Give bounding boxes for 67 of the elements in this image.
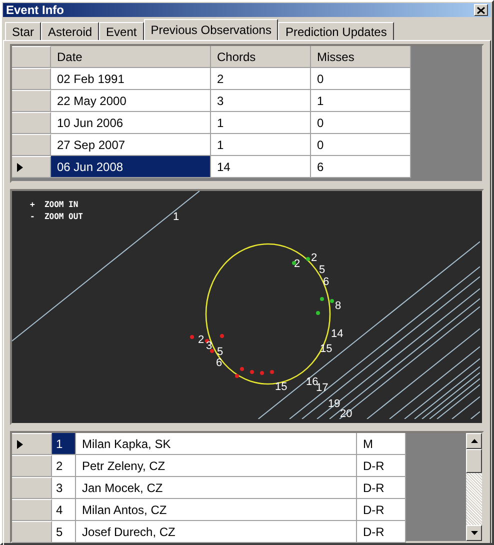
- table-cell: D-R: [357, 477, 406, 499]
- chord-label: 2: [311, 252, 318, 264]
- table-cell: Milan Antos, CZ: [76, 499, 357, 521]
- chord-label: 15: [275, 381, 288, 393]
- table-cell: 5: [52, 521, 76, 543]
- table-cell: 22 May 2000: [51, 90, 211, 112]
- scroll-thumb[interactable]: [466, 449, 482, 473]
- scroll-up-button[interactable]: [466, 433, 482, 449]
- close-icon: [477, 6, 485, 14]
- chord-label: 6: [323, 276, 330, 288]
- zoom-hint: + ZOOM IN: [30, 200, 78, 209]
- table-cell: 1: [211, 112, 311, 134]
- table-cell: D-R: [357, 455, 406, 477]
- table-cell: 6: [311, 156, 411, 178]
- table-cell: 2: [211, 68, 311, 90]
- tab[interactable]: Event: [99, 22, 144, 40]
- chord-label: 3: [206, 340, 212, 352]
- chord-label: 14: [331, 328, 344, 340]
- up-arrow-icon: [470, 439, 478, 443]
- row-pointer-icon: [17, 440, 23, 448]
- table-cell: 1: [211, 134, 311, 156]
- table-cell: Petr Zeleny, CZ: [76, 455, 357, 477]
- table-cell: 10 Jun 2006: [51, 112, 211, 134]
- chord-label: 8: [335, 300, 342, 312]
- table-cell: 1: [52, 433, 76, 455]
- scroll-down-button[interactable]: [466, 525, 482, 541]
- table-cell: 3: [211, 90, 311, 112]
- chord-label: 2: [294, 258, 300, 270]
- table-cell: Milan Kapka, SK: [76, 433, 357, 455]
- tab[interactable]: Previous Observations: [144, 19, 278, 40]
- window-title: Event Info: [6, 3, 64, 17]
- table-cell: M: [357, 433, 406, 455]
- zoom-hint: - ZOOM OUT: [30, 212, 83, 221]
- chord-label: 17: [316, 382, 328, 394]
- table-cell: D-R: [357, 521, 406, 543]
- table-cell: 27 Sep 2007: [51, 134, 211, 156]
- table-cell: 14: [211, 156, 311, 178]
- table-cell: 0: [311, 112, 411, 134]
- table-cell: 06 Jun 2008: [51, 156, 211, 178]
- column-header[interactable]: Chords: [211, 46, 311, 68]
- down-arrow-icon: [470, 531, 478, 535]
- column-header[interactable]: Date: [51, 46, 211, 68]
- table-cell: 3: [52, 477, 76, 499]
- chord-label: 1: [173, 211, 180, 223]
- close-button[interactable]: [474, 4, 488, 16]
- column-header[interactable]: Misses: [311, 46, 411, 68]
- table-cell: D-R: [357, 499, 406, 521]
- table-cell: 02 Feb 1991: [51, 68, 211, 90]
- chord-label: 5: [217, 346, 224, 358]
- row-pointer-icon: [17, 162, 23, 172]
- tab[interactable]: Star: [5, 22, 42, 40]
- chord-label: 2: [198, 334, 204, 346]
- row-header[interactable]: [12, 433, 52, 455]
- scrollbar[interactable]: [466, 433, 482, 541]
- table-cell: 0: [311, 68, 411, 90]
- table-cell: 4: [52, 499, 76, 521]
- row-header[interactable]: [12, 156, 51, 178]
- table-cell: 1: [311, 90, 411, 112]
- table-cell: Josef Durech, CZ: [76, 521, 357, 543]
- chord-label: 6: [216, 357, 222, 369]
- table-cell: 0: [311, 134, 411, 156]
- table-cell: 2: [52, 455, 76, 477]
- tab[interactable]: Prediction Updates: [278, 22, 394, 40]
- table-cell: Jan Mocek, CZ: [76, 477, 357, 499]
- chord-label: 5: [319, 264, 326, 276]
- chord-label: 16: [306, 376, 318, 388]
- tab[interactable]: Asteroid: [41, 22, 100, 40]
